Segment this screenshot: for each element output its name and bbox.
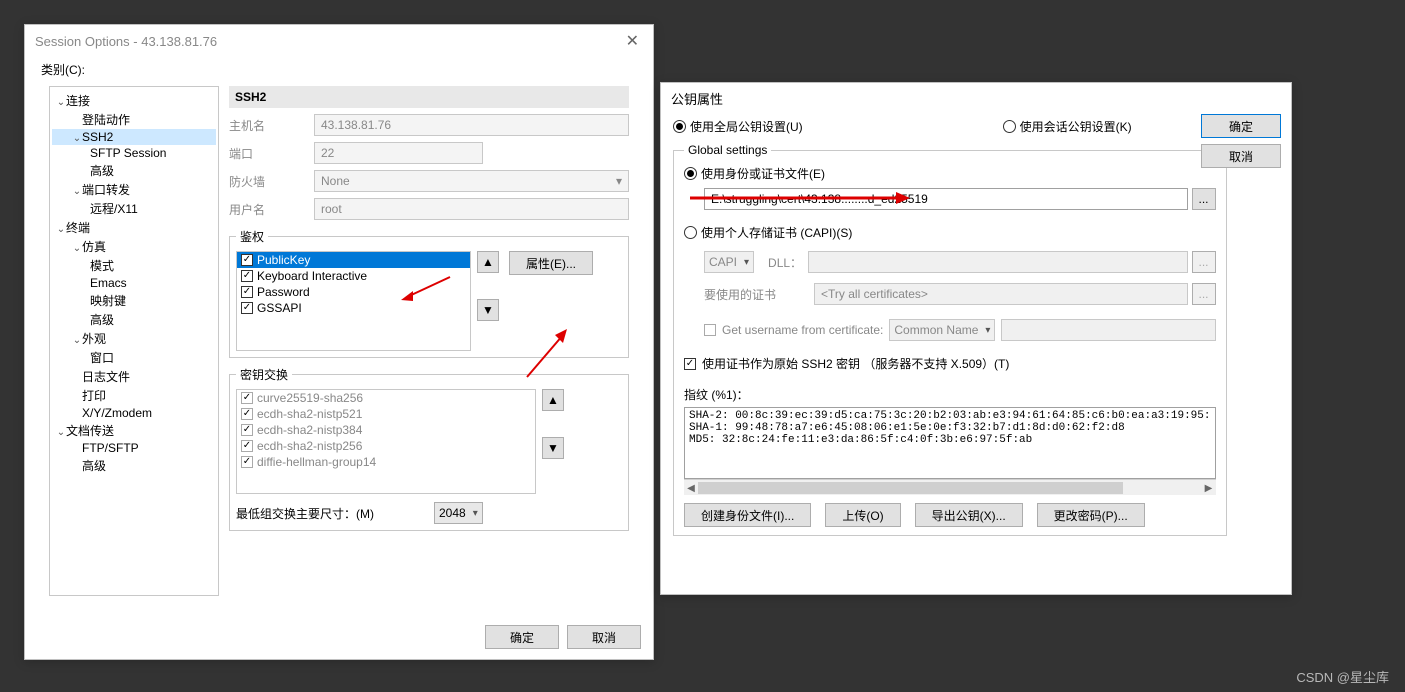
close-icon[interactable]: ✕ <box>622 31 643 51</box>
move-down-button[interactable]: ▼ <box>477 299 499 321</box>
kex-item[interactable]: ✓ecdh-sha2-nistp256 <box>237 438 535 454</box>
move-up-button[interactable]: ▲ <box>477 251 499 273</box>
properties-button[interactable]: 属性(E)... <box>509 251 593 275</box>
tree-log-file[interactable]: 日志文件 <box>52 367 216 386</box>
change-password-button[interactable]: 更改密码(P)... <box>1037 503 1145 527</box>
tree-login-action[interactable]: 登陆动作 <box>52 110 216 129</box>
kex-list[interactable]: ✓curve25519-sha256 ✓ecdh-sha2-nistp521 ✓… <box>236 389 536 494</box>
get-user-label: Get username from certificate: <box>722 323 883 337</box>
pk-cancel-button[interactable]: 取消 <box>1201 144 1281 168</box>
host-input[interactable] <box>314 114 629 136</box>
radio-icon <box>684 226 697 239</box>
watermark: CSDN @星尘库 <box>1296 667 1389 686</box>
upload-button[interactable]: 上传(O) <box>825 503 900 527</box>
export-key-button[interactable]: 导出公钥(X)... <box>915 503 1023 527</box>
tree-terminal[interactable]: ⌄终端 <box>52 218 216 237</box>
global-settings-fieldset: Global settings 使用身份或证书文件(E) ... 使用个人存储证… <box>673 143 1227 536</box>
kex-item[interactable]: ✓ecdh-sha2-nistp384 <box>237 422 535 438</box>
use-global-radio[interactable]: 使用全局公钥设置(U) <box>673 118 803 135</box>
tree-ftp-sftp[interactable]: FTP/SFTP <box>52 440 216 456</box>
titlebar: Session Options - 43.138.81.76 ✕ <box>25 25 653 57</box>
global-settings-legend: Global settings <box>684 143 771 157</box>
radio-icon <box>684 167 697 180</box>
create-identity-button[interactable]: 创建身份文件(I)... <box>684 503 811 527</box>
kex-item[interactable]: ✓diffie-hellman-group14 <box>237 454 535 470</box>
auth-item-publickey[interactable]: ✓PublicKey <box>237 252 470 268</box>
tree-remote-x11[interactable]: 远程/X11 <box>52 199 216 218</box>
auth-item-gssapi[interactable]: ✓GSSAPI <box>237 300 470 316</box>
dll-label: DLL： <box>768 254 802 271</box>
auth-legend: 鉴权 <box>236 228 268 245</box>
dll-input <box>808 251 1187 273</box>
tree-advanced-2[interactable]: 高级 <box>52 310 216 329</box>
use-cert-as-key-checkbox[interactable]: ✓ <box>684 358 696 370</box>
tree-emacs[interactable]: Emacs <box>52 275 216 291</box>
use-cert-as-key-label: 使用证书作为原始 SSH2 密钥 （服务器不支持 X.509）(T) <box>702 355 1009 372</box>
kex-up-button[interactable]: ▲ <box>542 389 564 411</box>
ok-button[interactable]: 确定 <box>485 625 559 649</box>
kex-down-button[interactable]: ▼ <box>542 437 564 459</box>
cert-label: 要使用的证书 <box>704 286 814 303</box>
use-capi-radio[interactable]: 使用个人存储证书 (CAPI)(S) <box>684 224 1216 241</box>
capi-select[interactable]: CAPI <box>704 251 754 273</box>
pk-title: 公钥属性 <box>661 83 1291 108</box>
tree-port-forward[interactable]: ⌄端口转发 <box>52 180 216 199</box>
user-label: 用户名 <box>229 201 314 218</box>
kex-item[interactable]: ✓ecdh-sha2-nistp521 <box>237 406 535 422</box>
tree-xyz-modem[interactable]: X/Y/Zmodem <box>52 405 216 421</box>
category-tree[interactable]: ⌄连接 登陆动作 ⌄SSH2 SFTP Session 高级 ⌄端口转发 远程/… <box>49 86 219 596</box>
right-panel: SSH2 主机名 端口 防火墙 None▾ 用户名 <box>229 86 629 596</box>
auth-item-password[interactable]: ✓Password <box>237 284 470 300</box>
get-user-checkbox <box>704 324 716 336</box>
browse-button[interactable]: ... <box>1192 188 1216 210</box>
tree-advanced-3[interactable]: 高级 <box>52 456 216 475</box>
tree-window[interactable]: 窗口 <box>52 348 216 367</box>
firewall-select[interactable]: None▾ <box>314 170 629 192</box>
min-kex-label: 最低组交换主要尺寸：(M) <box>236 505 374 522</box>
use-session-radio[interactable]: 使用会话公钥设置(K) <box>1003 118 1132 135</box>
port-input[interactable] <box>314 142 483 164</box>
auth-list[interactable]: ✓PublicKey ✓Keyboard Interactive ✓Passwo… <box>236 251 471 351</box>
kex-legend: 密钥交换 <box>236 366 292 383</box>
horizontal-scrollbar[interactable]: ◀ ▶ <box>684 479 1216 495</box>
dll-browse-button: ... <box>1192 251 1216 273</box>
radio-icon <box>1003 120 1016 133</box>
cert-input <box>814 283 1188 305</box>
tree-advanced[interactable]: 高级 <box>52 161 216 180</box>
tree-connection[interactable]: ⌄连接 <box>52 91 216 110</box>
dialog-title: Session Options - 43.138.81.76 <box>35 34 217 49</box>
pk-ok-button[interactable]: 确定 <box>1201 114 1281 138</box>
min-kex-select[interactable]: 2048 <box>434 502 483 524</box>
kex-item[interactable]: ✓curve25519-sha256 <box>237 390 535 406</box>
cancel-button[interactable]: 取消 <box>567 625 641 649</box>
radio-icon <box>673 120 686 133</box>
category-label: 类别(C): <box>39 57 639 82</box>
publickey-properties-dialog: 公钥属性 确定 取消 使用全局公钥设置(U) 使用会话公钥设置(K) Globa… <box>660 82 1292 595</box>
tree-mode[interactable]: 模式 <box>52 256 216 275</box>
cert-browse-button: ... <box>1192 283 1216 305</box>
port-label: 端口 <box>229 145 314 162</box>
session-options-dialog: Session Options - 43.138.81.76 ✕ 类别(C): … <box>24 24 654 660</box>
auth-fieldset: 鉴权 ✓PublicKey ✓Keyboard Interactive ✓Pas… <box>229 228 629 358</box>
identity-input[interactable] <box>704 188 1188 210</box>
auth-item-keyboard[interactable]: ✓Keyboard Interactive <box>237 268 470 284</box>
tree-ssh2[interactable]: ⌄SSH2 <box>52 129 216 145</box>
firewall-label: 防火墙 <box>229 173 314 190</box>
kex-fieldset: 密钥交换 ✓curve25519-sha256 ✓ecdh-sha2-nistp… <box>229 366 629 531</box>
tree-emulation[interactable]: ⌄仿真 <box>52 237 216 256</box>
common-name-select: Common Name <box>889 319 995 341</box>
tree-sftp-session[interactable]: SFTP Session <box>52 145 216 161</box>
section-header: SSH2 <box>229 86 629 108</box>
user-input[interactable] <box>314 198 629 220</box>
fingerprint-box[interactable]: SHA-2: 00:8c:39:ec:39:d5:ca:75:3c:20:b2:… <box>684 407 1216 479</box>
host-label: 主机名 <box>229 117 314 134</box>
tree-map-keys[interactable]: 映射键 <box>52 291 216 310</box>
use-identity-radio[interactable]: 使用身份或证书文件(E) <box>684 165 1216 182</box>
username-input <box>1001 319 1215 341</box>
tree-appearance[interactable]: ⌄外观 <box>52 329 216 348</box>
tree-doc-transfer[interactable]: ⌄文档传送 <box>52 421 216 440</box>
fingerprint-label: 指纹 (%1)： <box>684 386 1216 403</box>
tree-print[interactable]: 打印 <box>52 386 216 405</box>
